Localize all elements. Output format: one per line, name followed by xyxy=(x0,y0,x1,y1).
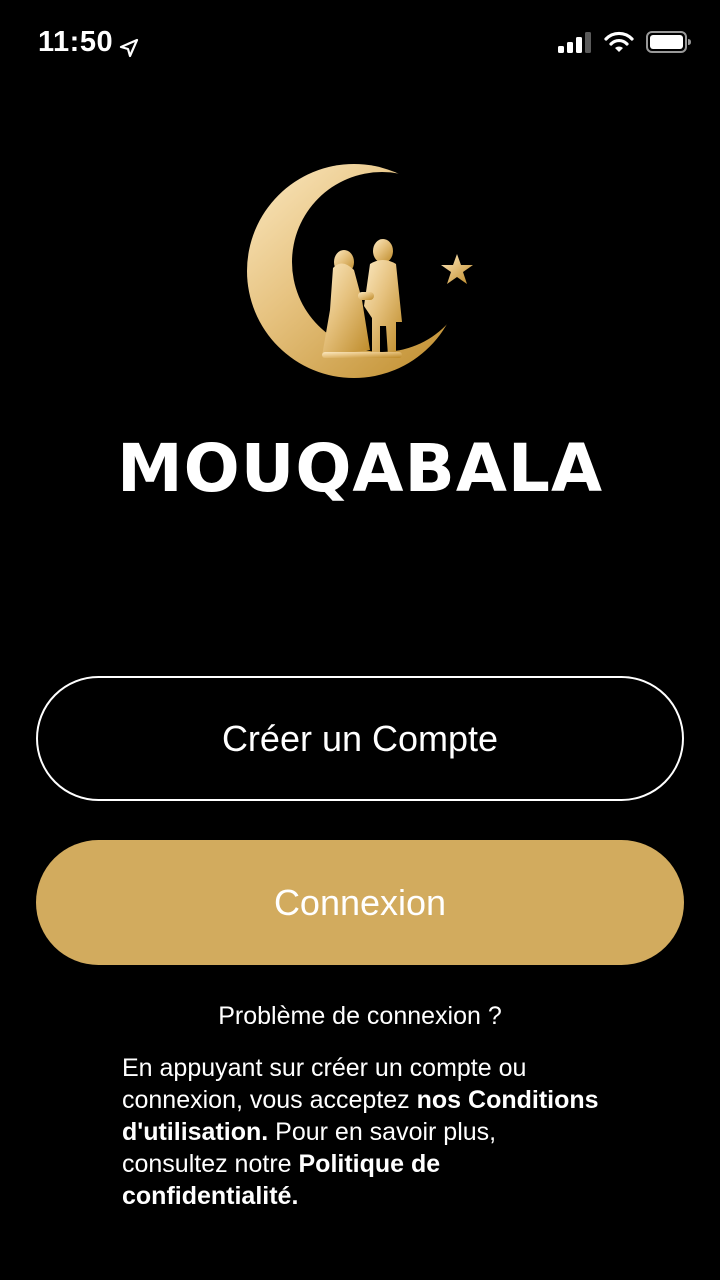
login-label: Connexion xyxy=(273,881,447,923)
login-button[interactable]: Connexion xyxy=(36,840,684,965)
status-icons xyxy=(558,31,692,58)
brand-name: MOUQABALA xyxy=(116,430,604,507)
cellular-signal-icon xyxy=(558,31,592,58)
time-label: 11:50 xyxy=(38,26,114,58)
crescent-couple-logo xyxy=(230,150,490,390)
location-arrow-icon xyxy=(119,33,139,57)
status-time: 11:50 xyxy=(38,26,139,59)
create-account-button[interactable]: Créer un Compte xyxy=(36,676,684,801)
login-problem-link[interactable]: Problème de connexion ? xyxy=(0,1002,720,1031)
create-account-label: Créer un Compte xyxy=(221,717,499,759)
battery-icon xyxy=(646,31,692,58)
wifi-icon xyxy=(604,31,634,58)
status-bar: 11:50 xyxy=(0,0,720,88)
legal-text: En appuyant sur créer un compte ou conne… xyxy=(122,1052,602,1212)
